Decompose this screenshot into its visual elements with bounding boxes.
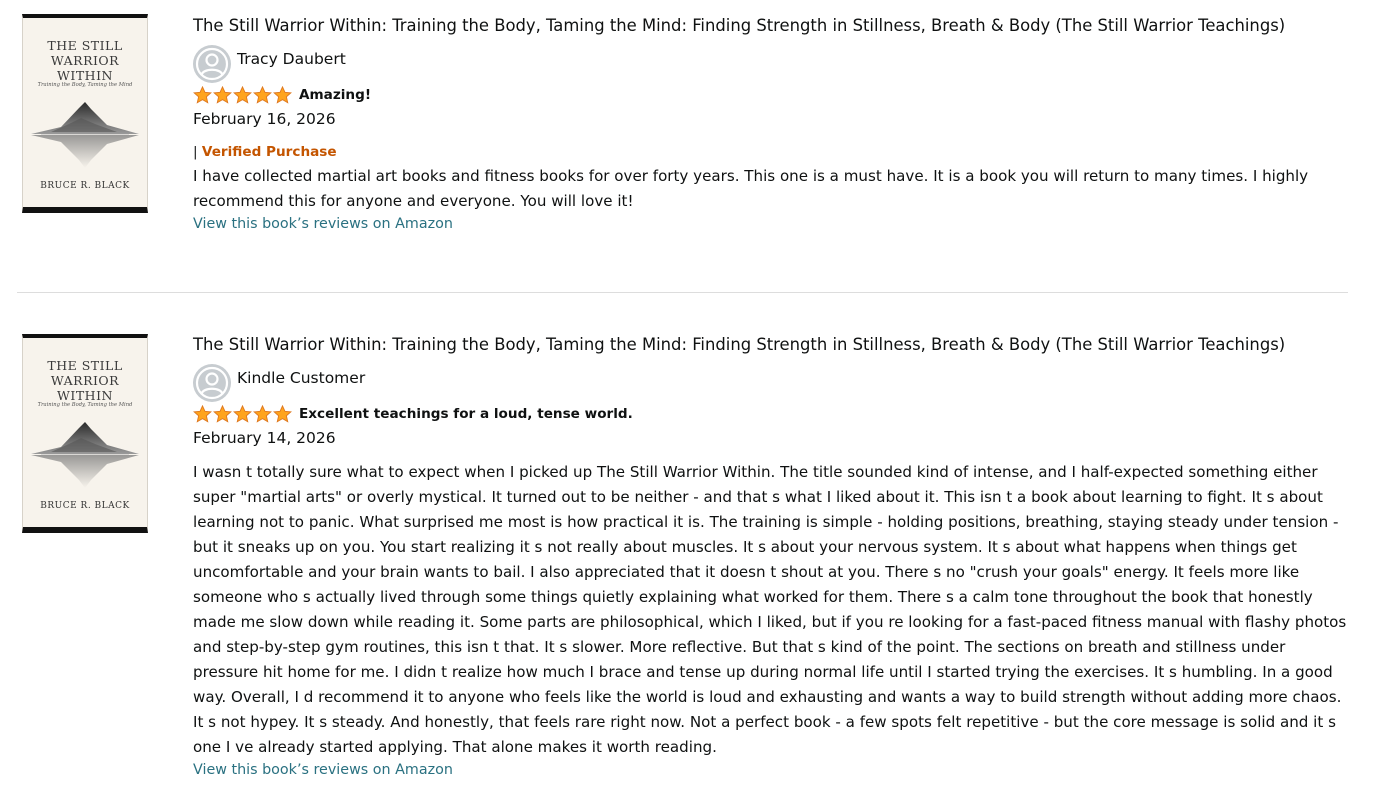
user-silhouette-icon	[193, 364, 231, 402]
star-icon	[193, 405, 212, 423]
star-icon	[213, 86, 232, 104]
reviewer-name: Tracy Daubert	[237, 50, 346, 68]
cover-author: BRUCE R. BLACK	[40, 181, 130, 191]
reviewer-name: Kindle Customer	[237, 369, 366, 387]
star-rating	[193, 86, 292, 104]
verified-separator: |	[193, 144, 198, 160]
star-icon	[213, 405, 232, 423]
star-icon	[233, 86, 252, 104]
star-icon	[273, 86, 292, 104]
book-cover-image[interactable]: THE STILL WARRIOR WITHIN Training the Bo…	[22, 334, 148, 533]
view-reviews-link[interactable]: View this book’s reviews on Amazon	[193, 214, 1348, 234]
review-card: THE STILL WARRIOR WITHIN Training the Bo…	[17, 292, 1348, 806]
avatar	[193, 364, 231, 402]
review-body: I have collected martial art books and f…	[193, 167, 1309, 210]
verified-purchase-label: Verified Purchase	[201, 144, 337, 160]
book-title: The Still Warrior Within: Training the B…	[193, 16, 1286, 35]
review-headline: Amazing!	[299, 87, 372, 103]
mountain-reflection-illustration	[31, 422, 139, 488]
cover-title: THE STILL WARRIOR WITHIN	[47, 38, 123, 83]
avatar	[193, 45, 231, 83]
verified-purchase-badge: | Verified Purchase	[193, 143, 1348, 161]
review-content: The Still Warrior Within: Training the B…	[193, 333, 1348, 780]
review-content: The Still Warrior Within: Training the B…	[193, 14, 1348, 234]
review-card: THE STILL WARRIOR WITHIN Training the Bo…	[17, 0, 1348, 292]
cover-title: THE STILL WARRIOR WITHIN	[47, 358, 123, 403]
review-body: I wasn t totally sure what to expect whe…	[193, 463, 1347, 756]
cover-author: BRUCE R. BLACK	[40, 501, 130, 511]
rating-row: Amazing!	[193, 86, 1348, 104]
view-reviews-link[interactable]: View this book’s reviews on Amazon	[193, 760, 1348, 780]
reviewer-profile: Tracy Daubert	[193, 45, 1348, 83]
star-icon	[253, 405, 272, 423]
reviewer-profile: Kindle Customer	[193, 364, 1348, 402]
book-title: The Still Warrior Within: Training the B…	[193, 335, 1286, 354]
star-icon	[273, 405, 292, 423]
review-headline: Excellent teachings for a loud, tense wo…	[299, 406, 633, 422]
star-icon	[233, 405, 252, 423]
user-silhouette-icon	[193, 45, 231, 83]
book-cover-image[interactable]: THE STILL WARRIOR WITHIN Training the Bo…	[22, 14, 148, 213]
cover-subtitle: Training the Body, Taming the Mind	[37, 82, 133, 88]
star-icon	[193, 86, 212, 104]
rating-row: Excellent teachings for a loud, tense wo…	[193, 405, 1348, 423]
star-icon	[253, 86, 272, 104]
mountain-reflection-illustration	[31, 102, 139, 168]
review-date: February 14, 2026	[193, 429, 336, 447]
star-rating	[193, 405, 292, 423]
cover-subtitle: Training the Body, Taming the Mind	[37, 402, 133, 408]
review-date: February 16, 2026	[193, 110, 336, 128]
